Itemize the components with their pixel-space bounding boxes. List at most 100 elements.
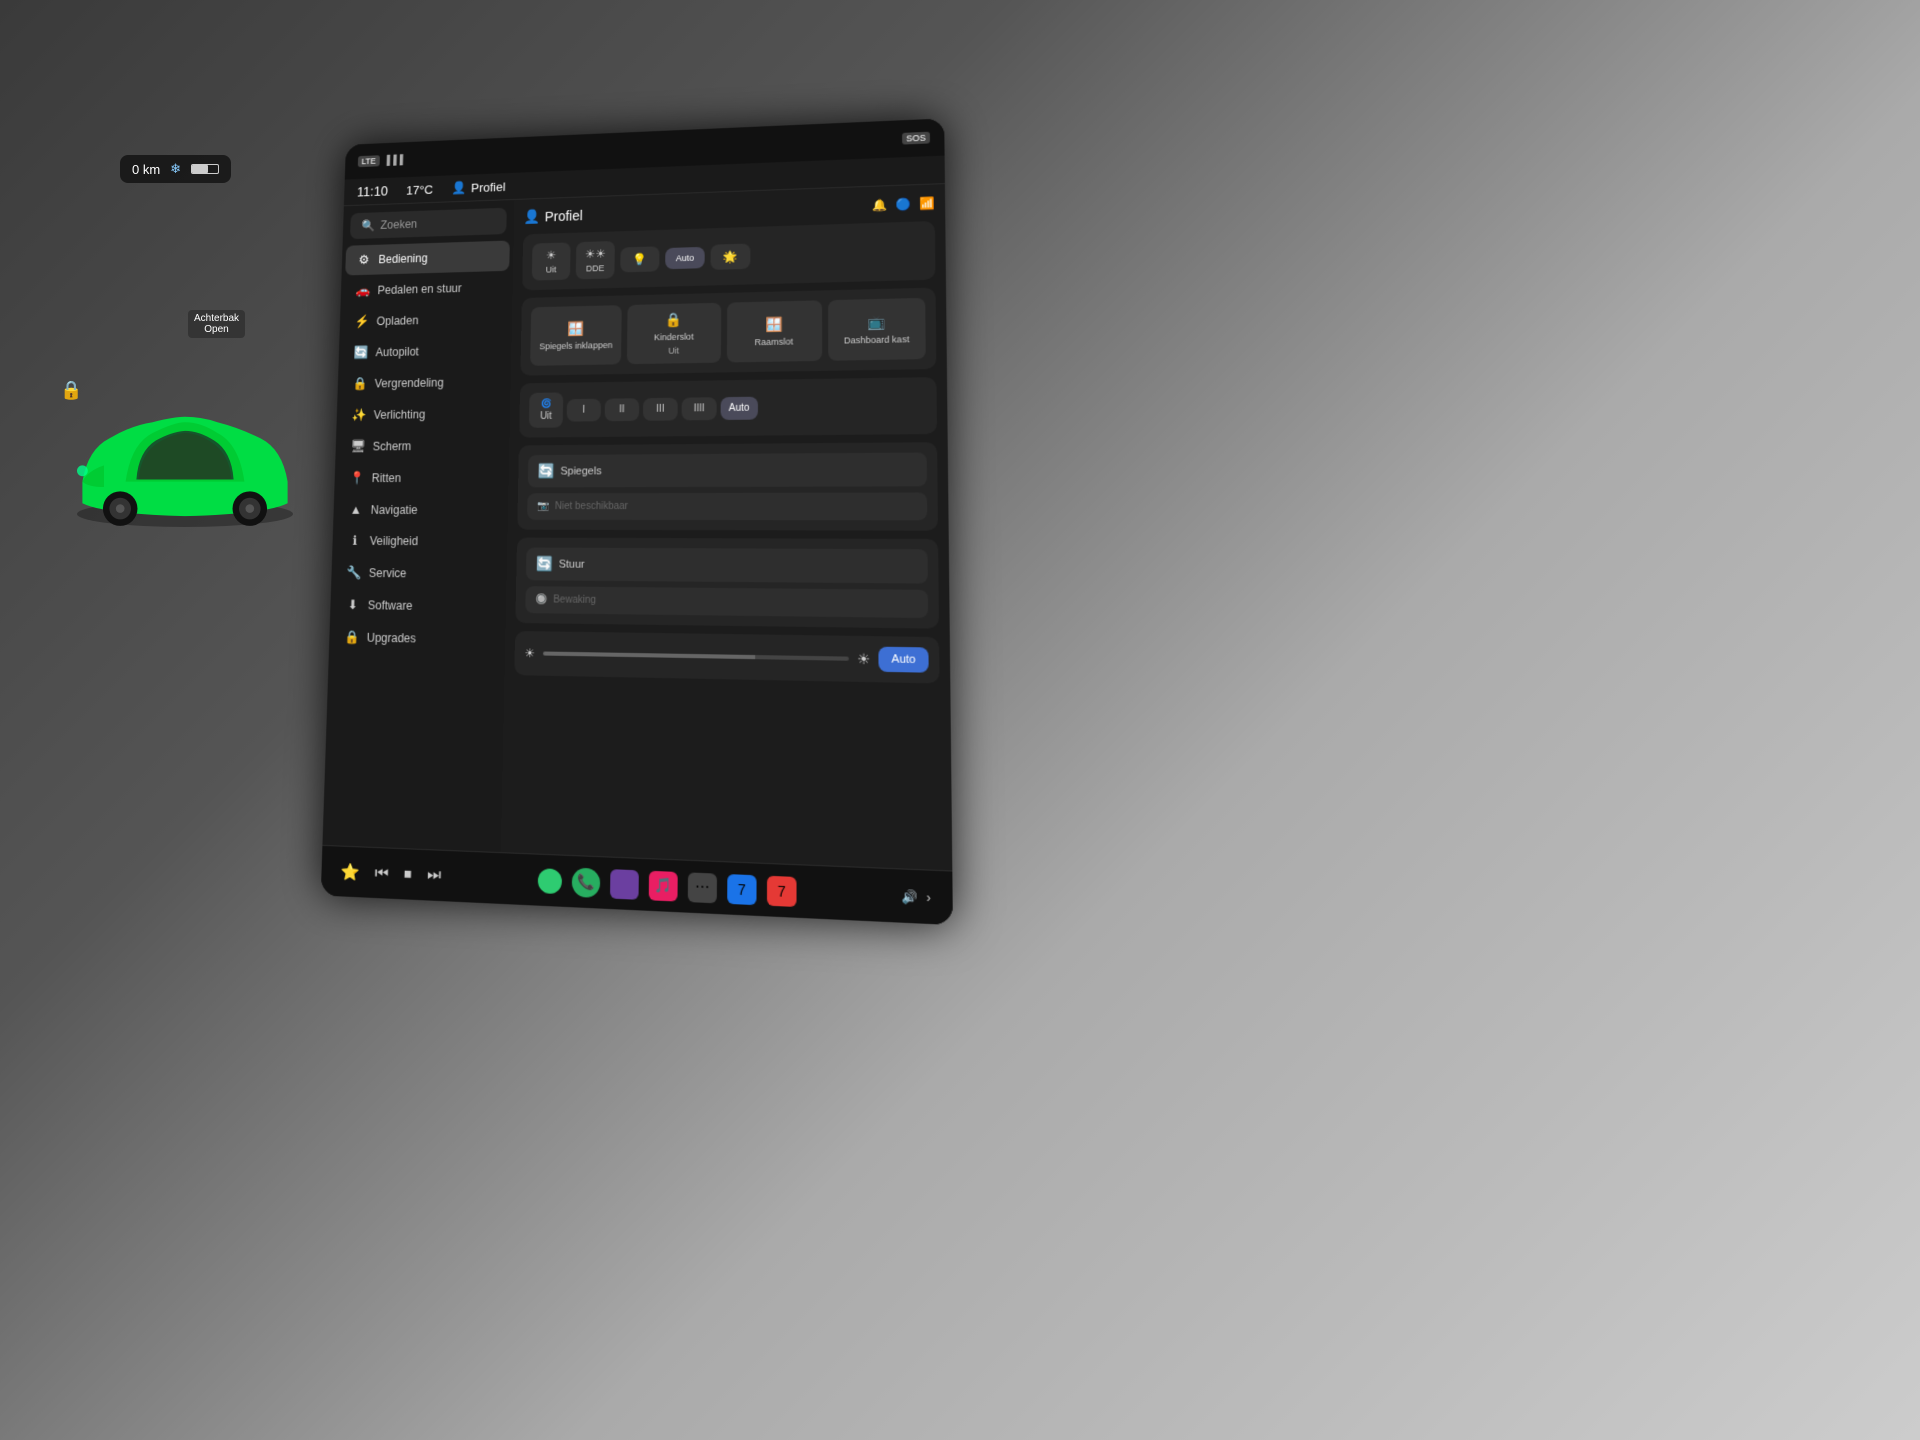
brightness-slider[interactable] (543, 651, 849, 660)
navigatie-icon: ▲ (348, 502, 363, 516)
beam-icon: 🌟 (723, 249, 738, 263)
wiper-1-button[interactable]: I (567, 398, 601, 421)
favorite-icon[interactable]: ⭐ (340, 861, 360, 882)
window-lock-label: Raamslot (755, 337, 793, 348)
panel-header: 👤 Profiel 🔔 🔵 📶 (523, 194, 934, 225)
upgrades-label: Upgrades (367, 631, 417, 646)
upgrades-icon: 🔒 (344, 630, 359, 646)
sidebar-item-software[interactable]: ⬇ Software (334, 589, 503, 622)
mirrors-adjust-button[interactable]: 🔄 Spiegels (528, 453, 927, 488)
panel-title: 👤 Profiel (523, 207, 582, 225)
sidebar-item-vergrendeling[interactable]: 🔒 Vergrendeling (341, 366, 507, 399)
pedalen-icon: 🚗 (355, 283, 370, 298)
childlock-status: Uit (668, 346, 679, 356)
lte-badge: LTE (358, 155, 380, 167)
wiper-3-label: III (656, 403, 664, 414)
lights-auto-button[interactable]: Auto (665, 246, 705, 268)
lights-beam-button[interactable]: 🌟 (711, 243, 751, 269)
profile-nav[interactable]: 👤 Profiel (451, 179, 505, 196)
camera-button[interactable]: 📷 Niet beschikbaar (527, 492, 927, 520)
dashboard-icon: 📺 (867, 314, 885, 331)
sidebar-item-bediening[interactable]: ⚙ Bediening (345, 241, 510, 276)
brightness-row: ☀ ☀ Auto (524, 641, 928, 673)
steer-icon: 🔄 (536, 555, 553, 572)
sun-icon: ☀ (546, 249, 557, 263)
app-calendar[interactable]: 7 (767, 875, 797, 906)
steer-button[interactable]: 🔄 Stuur (526, 548, 928, 584)
childlock-icon: 🔒 (665, 311, 682, 328)
wiper-4-button[interactable]: IIII (682, 397, 717, 420)
main-content: 🔍 Zoeken ⚙ Bediening 🚗 Pedalen en stuur … (322, 184, 952, 870)
security-row: 🔘 Bewaking (525, 586, 928, 618)
mirrors-camera-section: 🔄 Spiegels 📷 Niet beschikbaar (517, 442, 938, 530)
lights-section: ☀ Uit ☀☀ DDE 💡 Auto (522, 221, 935, 290)
veiligheid-label: Veiligheid (370, 534, 419, 548)
next-icon[interactable]: ⏭ (427, 866, 441, 885)
lights-off-button[interactable]: ☀ Uit (532, 242, 571, 280)
lights-dde-button[interactable]: ☀☀ DDE (576, 241, 615, 279)
autopilot-icon: 🔄 (353, 345, 368, 360)
sidebar-item-verlichting[interactable]: ✨ Verlichting (340, 398, 507, 431)
search-placeholder: Zoeken (380, 217, 417, 231)
profile-nav-icon: 👤 (451, 180, 466, 195)
sidebar-item-opladen[interactable]: ⚡ Opladen (343, 303, 508, 337)
camera-row: 📷 Niet beschikbaar (527, 492, 927, 520)
app-green-dot[interactable] (538, 868, 562, 894)
mirrors-fold-button[interactable]: 🪟 Spiegels inklappen (530, 305, 622, 366)
bluetooth-icon[interactable]: 🔵 (895, 197, 911, 211)
sidebar-item-pedalen[interactable]: 🚗 Pedalen en stuur (344, 272, 509, 306)
volume-icon[interactable]: 🔊 (901, 888, 917, 904)
service-icon: 🔧 (346, 565, 361, 581)
sidebar-item-service[interactable]: 🔧 Service (335, 557, 503, 590)
brightness-section: ☀ ☀ Auto (514, 631, 939, 683)
steer-security-section: 🔄 Stuur 🔘 Bewaking (515, 538, 939, 629)
app-purple[interactable] (610, 869, 639, 900)
app-phone[interactable]: 📞 (572, 867, 601, 898)
sidebar-item-navigatie[interactable]: ▲ Navigatie (337, 494, 505, 524)
stop-icon[interactable]: ⏹ (404, 865, 412, 884)
wiper-1-label: I (582, 404, 585, 415)
status-right: SOS (902, 132, 930, 145)
signal-icon: 📶 (919, 196, 935, 210)
autopilot-label: Autopilot (375, 345, 419, 359)
search-box[interactable]: 🔍 Zoeken (350, 208, 507, 239)
wiper-2-button[interactable]: II (605, 398, 640, 421)
background (0, 0, 1920, 1440)
sidebar-item-scherm[interactable]: 🖥 Scherm (339, 430, 506, 462)
app-music[interactable]: 🎵 (649, 870, 678, 901)
tesla-ui: LTE ▌▌▌ SOS 11:10 17°C 👤 Profiel 🔍 (321, 118, 953, 925)
lights-row: ☀ Uit ☀☀ DDE 💡 Auto (532, 231, 925, 280)
notification-icon[interactable]: 🔔 (872, 197, 887, 211)
camera-label: Niet beschikbaar (555, 501, 628, 512)
steer-row: 🔄 Stuur (526, 548, 928, 584)
sidebar-item-ritten[interactable]: 📍 Ritten (338, 462, 505, 494)
ritten-icon: 📍 (349, 471, 364, 486)
app-dots[interactable]: ⋯ (688, 872, 717, 903)
prev-icon[interactable]: ⏮ (374, 864, 388, 883)
search-icon: 🔍 (361, 219, 375, 232)
mirrors-adjust-label: Spiegels (560, 465, 601, 477)
sidebar-item-veiligheid[interactable]: ℹ Veiligheid (336, 525, 504, 557)
mirror-adjust-icon: 🔄 (538, 463, 555, 480)
app-bluetooth[interactable]: 7 (727, 874, 756, 905)
lights-mode-button[interactable]: 💡 (620, 246, 659, 272)
sidebar-item-upgrades[interactable]: 🔒 Upgrades (333, 622, 502, 656)
taskbar-apps: 📞 🎵 ⋯ 7 7 (538, 866, 797, 907)
lights-dde-label: DDE (586, 263, 604, 273)
childlock-button[interactable]: 🔒 Kinderslot Uit (627, 303, 721, 364)
ritten-label: Ritten (372, 471, 402, 485)
bediening-label: Bediening (378, 252, 428, 267)
arrow-icon[interactable]: › (926, 890, 930, 905)
sidebar-item-autopilot[interactable]: 🔄 Autopilot (342, 335, 508, 369)
clock: 11:10 (357, 183, 388, 199)
brightness-auto-button[interactable]: Auto (879, 647, 929, 673)
wiper-auto-button[interactable]: Auto (721, 396, 758, 419)
car-visualization: ⚡ (50, 270, 320, 650)
window-lock-button[interactable]: 🪟 Raamslot (726, 300, 821, 362)
wiper-off-button[interactable]: 🌀 Uit (529, 392, 563, 427)
wiper-3-button[interactable]: III (643, 397, 678, 420)
pedalen-label: Pedalen en stuur (377, 282, 461, 297)
security-button[interactable]: 🔘 Bewaking (525, 586, 928, 618)
dashboard-button[interactable]: 📺 Dashboard kast (828, 298, 926, 361)
window-lock-icon: 🪟 (765, 316, 783, 333)
